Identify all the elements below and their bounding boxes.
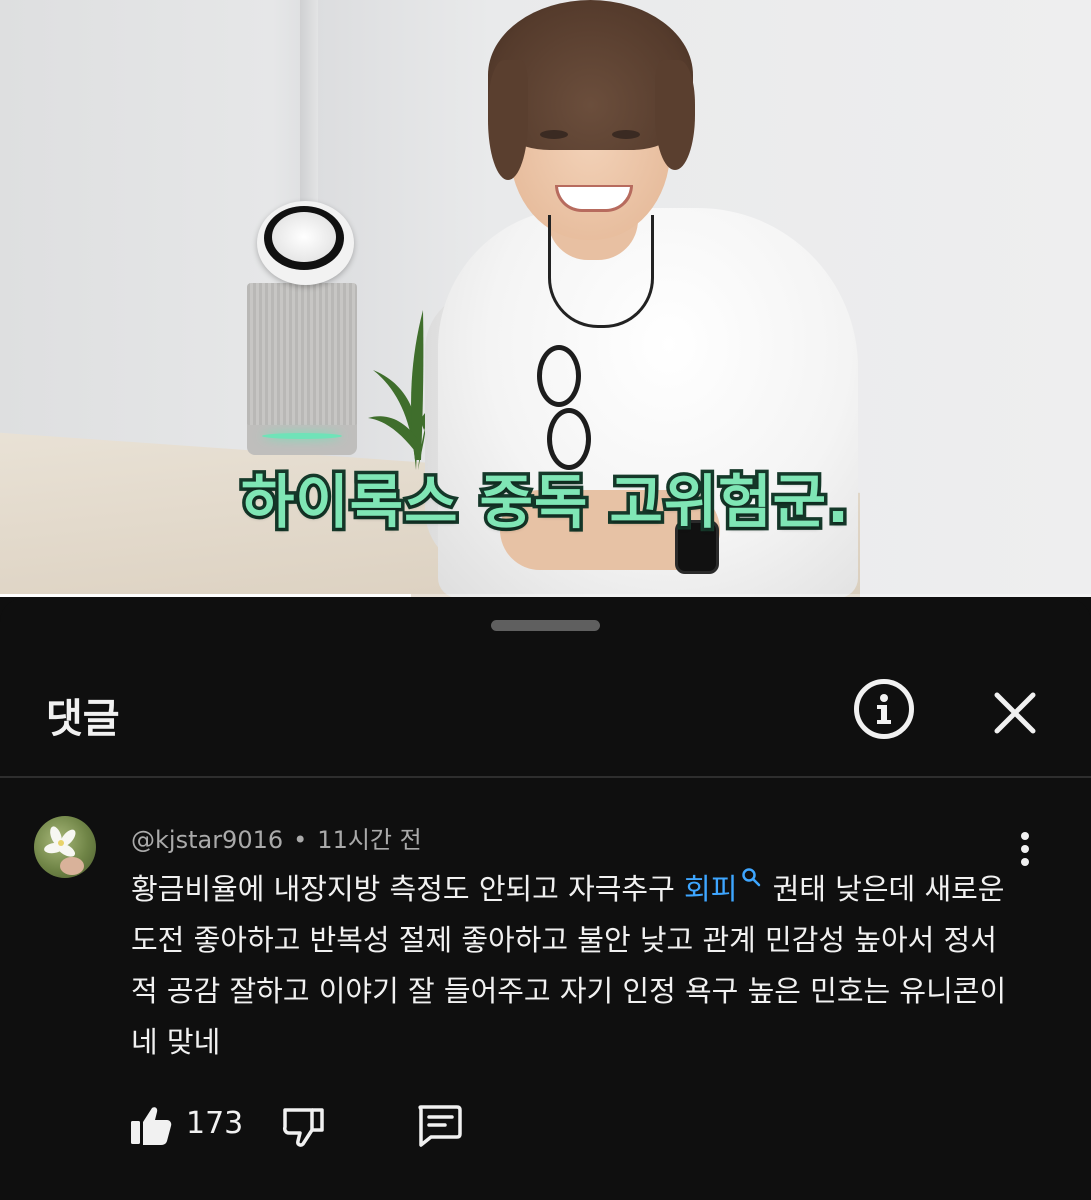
progress-fill [0, 594, 412, 597]
comment-actions: 173 [130, 1098, 530, 1148]
like-count: 173 [186, 1106, 244, 1141]
avatar[interactable] [34, 816, 96, 878]
info-button[interactable] [854, 679, 914, 739]
flower-avatar-icon [44, 826, 84, 875]
comment-text: 황금비율에 내장지방 측정도 안되고 자극추구 회피 권태 낮은데 새로운 도전… [131, 864, 1021, 1068]
air-purifier [247, 283, 357, 428]
like-button[interactable] [130, 1104, 172, 1146]
close-icon [994, 692, 1036, 734]
thumbs-down-icon [283, 1108, 324, 1147]
divider [0, 776, 1091, 778]
info-circle-icon [877, 694, 891, 724]
thumbs-up-icon [131, 1107, 172, 1145]
drag-handle[interactable] [491, 620, 600, 631]
meta-separator: • [293, 826, 308, 854]
reply-icon [418, 1105, 462, 1147]
comment-author[interactable]: @kjstar9016 [131, 826, 283, 854]
close-button[interactable] [992, 690, 1038, 736]
comments-sheet: 댓글 @kjstar9016 • 11시간 전 황금비율에 내장지방 측정도 안… [0, 598, 1091, 1200]
comments-title: 댓글 [46, 696, 120, 742]
search-link[interactable]: 회피 [684, 868, 763, 906]
dislike-button[interactable] [282, 1106, 326, 1150]
video-caption: 하이록스 중독 고위험군. [237, 465, 852, 540]
comment-meta: @kjstar9016 • 11시간 전 [131, 820, 422, 855]
reply-button[interactable] [415, 1104, 463, 1148]
search-icon [742, 868, 761, 887]
comment-time: 11시간 전 [317, 826, 422, 854]
video-player[interactable]: 하이록스 중독 고위험군. [0, 0, 1091, 597]
